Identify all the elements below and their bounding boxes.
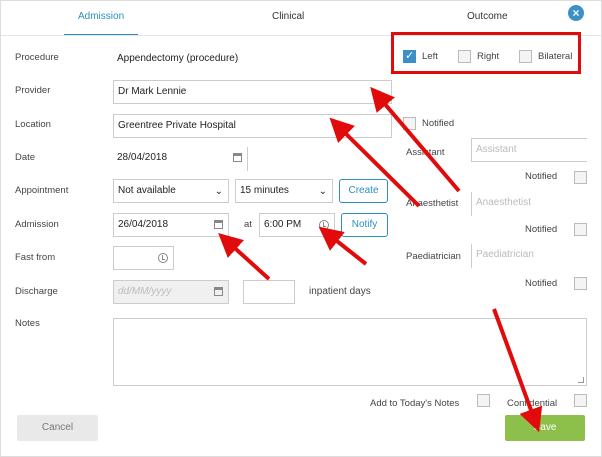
tab-outcome[interactable]: Outcome	[467, 11, 508, 22]
admission-date-input[interactable]: 26/04/2018	[113, 213, 229, 237]
appointment-label: Appointment	[15, 185, 69, 196]
location-notified-checkbox[interactable]	[403, 117, 416, 130]
anaesthetist-notified-label: Notified	[525, 224, 558, 235]
provider-value: Dr Mark Lennie	[118, 86, 187, 97]
tab-clinical[interactable]: Clinical	[272, 11, 304, 22]
paediatrician-notified-label: Notified	[525, 278, 558, 289]
procedure-dialog: Admission Clinical Outcome × Left Right …	[0, 0, 602, 457]
assistant-input[interactable]: Assistant	[471, 138, 587, 162]
notes-label: Notes	[15, 318, 40, 329]
location-value: Greentree Private Hospital	[118, 120, 236, 131]
inpatient-days-input[interactable]	[243, 280, 295, 304]
admission-time-value: 6:00 PM	[264, 219, 302, 230]
provider-label: Provider	[15, 85, 51, 96]
discharge-placeholder: dd/MM/yyyy	[118, 286, 172, 297]
procedure-value: Appendectomy (procedure)	[117, 53, 239, 64]
clock-icon[interactable]	[319, 220, 329, 230]
chevron-down-icon: ⌄	[318, 186, 327, 197]
assistant-notified-checkbox[interactable]	[574, 171, 587, 184]
chevron-down-icon: ⌄	[214, 186, 223, 197]
calendar-icon[interactable]	[233, 153, 242, 162]
anaesthetist-input[interactable]: Anaesthetist	[471, 192, 587, 216]
appointment-select[interactable]: Not available ⌄	[113, 179, 229, 203]
create-button[interactable]: Create	[339, 179, 388, 203]
location-input[interactable]: Greentree Private Hospital	[113, 114, 392, 138]
appointment-value: Not available	[118, 185, 176, 196]
assistant-notified-label: Notified	[525, 171, 558, 182]
add-to-notes-label: Add to Today's Notes	[370, 398, 460, 409]
arrow-to-admission-time	[318, 226, 368, 266]
save-button[interactable]: Save	[505, 415, 585, 441]
assistant-label: Assistant	[406, 147, 445, 158]
calendar-icon	[214, 287, 223, 296]
anaesthetist-label: Anaesthetist	[406, 198, 459, 209]
provider-select[interactable]: Dr Mark Lennie ⌄	[113, 80, 392, 104]
admission-time-input[interactable]: 6:00 PM	[259, 213, 335, 237]
tab-admission[interactable]: Admission	[78, 11, 124, 22]
notify-button[interactable]: Notify	[341, 213, 388, 237]
cancel-button[interactable]: Cancel	[17, 415, 98, 441]
duration-value: 15 minutes	[240, 185, 289, 196]
active-tab-indicator	[64, 34, 138, 35]
discharge-date-input[interactable]: dd/MM/yyyy	[113, 280, 229, 304]
admission-date-value: 26/04/2018	[118, 219, 169, 230]
fast-from-input[interactable]	[113, 246, 174, 270]
location-label: Location	[15, 119, 51, 130]
confidential-checkbox[interactable]	[574, 394, 587, 407]
close-icon[interactable]: ×	[568, 5, 584, 21]
paediatrician-input[interactable]: Paediatrician	[471, 244, 587, 268]
clock-icon[interactable]	[158, 253, 168, 263]
add-to-notes-checkbox[interactable]	[477, 394, 490, 407]
chevron-down-icon: ⌄	[377, 87, 386, 98]
confidential-label: Confidential	[507, 398, 558, 409]
duration-select[interactable]: 15 minutes ⌄	[235, 179, 333, 203]
assistant-placeholder: Assistant	[476, 144, 517, 155]
anaesthetist-placeholder: Anaesthetist	[476, 197, 532, 208]
discharge-label: Discharge	[15, 286, 58, 297]
inpatient-days-label: inpatient days	[309, 286, 371, 297]
date-value: 28/04/2018	[117, 152, 168, 163]
resize-handle-icon[interactable]	[578, 377, 584, 383]
paediatrician-label: Paediatrician	[406, 251, 461, 262]
fast-from-label: Fast from	[15, 252, 56, 263]
arrow-to-provider	[370, 86, 461, 193]
paediatrician-placeholder: Paediatrician	[476, 249, 534, 260]
calendar-icon[interactable]	[214, 220, 223, 229]
date-label: Date	[15, 152, 36, 163]
annotation-highlight-box	[391, 32, 581, 74]
arrow-to-admission-date	[218, 232, 271, 281]
anaesthetist-notified-checkbox[interactable]	[574, 223, 587, 236]
paediatrician-notified-checkbox[interactable]	[574, 277, 587, 290]
location-notified-label: Notified	[422, 118, 455, 129]
procedure-label: Procedure	[15, 52, 59, 63]
at-label: at	[244, 219, 252, 230]
notes-textarea[interactable]	[113, 318, 587, 386]
date-input[interactable]: 28/04/2018	[113, 147, 248, 171]
admission-label: Admission	[15, 219, 59, 230]
